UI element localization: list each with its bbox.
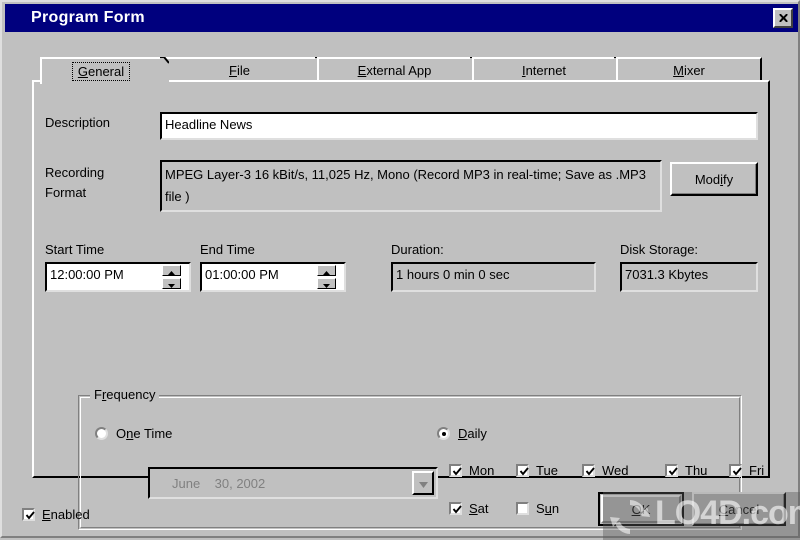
- close-button[interactable]: [773, 8, 793, 28]
- end-time-label: End Time: [200, 242, 255, 257]
- checkbox-fri[interactable]: Fri: [729, 463, 764, 478]
- checkbox-tue-box: [516, 464, 529, 477]
- program-form-window: Program Form General File External App I…: [0, 0, 800, 540]
- checkbox-mon-label: Mon: [469, 463, 495, 478]
- recording-format-value: MPEG Layer-3 16 kBit/s, 11,025 Hz, Mono …: [160, 160, 662, 212]
- spinner-down-arrow-icon: [323, 276, 330, 291]
- checkbox-sun-label: Sun: [536, 501, 560, 516]
- close-x-icon: [778, 13, 789, 24]
- tab-internet[interactable]: Internet: [472, 56, 624, 84]
- tab-general-label: General: [71, 62, 131, 81]
- radio-one-time-label: One Time: [116, 426, 173, 441]
- checkbox-wed-box: [582, 464, 595, 477]
- tab-mixer[interactable]: Mixer: [616, 57, 762, 82]
- recording-format-label-line1: Recording: [45, 165, 105, 180]
- checkbox-sat-box: [449, 502, 462, 515]
- checkbox-sun[interactable]: Sun: [516, 501, 559, 516]
- description-label: Description: [45, 115, 111, 130]
- one-time-date-value: June 30, 2002: [172, 476, 266, 491]
- start-time-spinner-down[interactable]: [162, 278, 181, 289]
- checkbox-enabled[interactable]: Enabled: [22, 507, 90, 522]
- checkbox-enabled-box: [22, 508, 35, 521]
- tab-file-label: File: [229, 63, 250, 78]
- ok-button-label: OK: [631, 501, 651, 517]
- checkbox-mon-box: [449, 464, 462, 477]
- start-time-spinner[interactable]: [162, 265, 181, 289]
- start-time-spinner-up[interactable]: [162, 265, 181, 276]
- checkbox-thu[interactable]: Thu: [665, 463, 707, 478]
- checkbox-mon[interactable]: Mon: [449, 463, 494, 478]
- start-time-label: Start Time: [45, 242, 105, 257]
- checkbox-enabled-label: Enabled: [42, 507, 90, 522]
- duration-value: 1 hours 0 min 0 sec: [391, 262, 596, 292]
- frequency-group-legend: Frequency: [90, 387, 160, 402]
- modify-button[interactable]: Modify: [670, 162, 758, 196]
- checkbox-sat[interactable]: Sat: [449, 501, 489, 516]
- checkbox-wed-label: Wed: [602, 463, 629, 478]
- radio-daily-dot: [441, 431, 446, 436]
- window-title: Program Form: [31, 9, 145, 26]
- ok-button[interactable]: OK: [598, 492, 684, 526]
- disk-storage-value: 7031.3 Kbytes: [620, 262, 758, 292]
- tab-bar: General File External App Internet Mixer: [40, 56, 762, 84]
- checkbox-tue-label: Tue: [536, 463, 558, 478]
- general-tab-panel: Description Headline News Recording Form…: [32, 80, 770, 530]
- tab-shoulder: [160, 56, 170, 84]
- tab-internet-label: Internet: [521, 63, 567, 78]
- radio-one-time-indicator: [95, 427, 108, 440]
- checkbox-sat-label: Sat: [469, 501, 489, 516]
- tab-external-app[interactable]: External App: [317, 56, 480, 84]
- tab-mixer-label: Mixer: [673, 63, 705, 78]
- spinner-down-arrow-icon: [168, 276, 175, 291]
- radio-daily-label: Daily: [458, 426, 487, 441]
- chevron-down-icon: [418, 476, 428, 491]
- cancel-button[interactable]: Cancel: [692, 492, 786, 526]
- checkbox-fri-box: [729, 464, 742, 477]
- cancel-button-label: Cancel: [718, 501, 760, 517]
- modify-button-label: Modify: [694, 171, 734, 187]
- title-bar: Program Form: [5, 4, 798, 32]
- disk-storage-label: Disk Storage:: [620, 242, 699, 257]
- radio-one-time[interactable]: One Time: [95, 426, 172, 441]
- checkbox-thu-box: [665, 464, 678, 477]
- checkbox-wed[interactable]: Wed: [582, 463, 629, 478]
- radio-daily[interactable]: Daily: [437, 426, 487, 441]
- checkbox-tue[interactable]: Tue: [516, 463, 558, 478]
- tab-file[interactable]: File: [162, 56, 325, 84]
- description-input[interactable]: Headline News: [160, 112, 758, 140]
- checkbox-sun-box: [516, 502, 529, 515]
- duration-label: Duration:: [391, 242, 444, 257]
- one-time-date-combo[interactable]: June 30, 2002: [148, 467, 438, 499]
- checkbox-fri-label: Fri: [749, 463, 765, 478]
- radio-daily-indicator: [437, 427, 450, 440]
- end-time-spinner-down[interactable]: [317, 278, 336, 289]
- tab-general[interactable]: General: [40, 56, 170, 84]
- checkbox-thu-label: Thu: [685, 463, 708, 478]
- tab-external-app-label: External App: [357, 63, 432, 78]
- recording-format-label-line2: Format: [45, 185, 87, 200]
- end-time-spinner[interactable]: [317, 265, 336, 289]
- end-time-spinner-up[interactable]: [317, 265, 336, 276]
- one-time-date-dropdown-button[interactable]: [412, 471, 434, 495]
